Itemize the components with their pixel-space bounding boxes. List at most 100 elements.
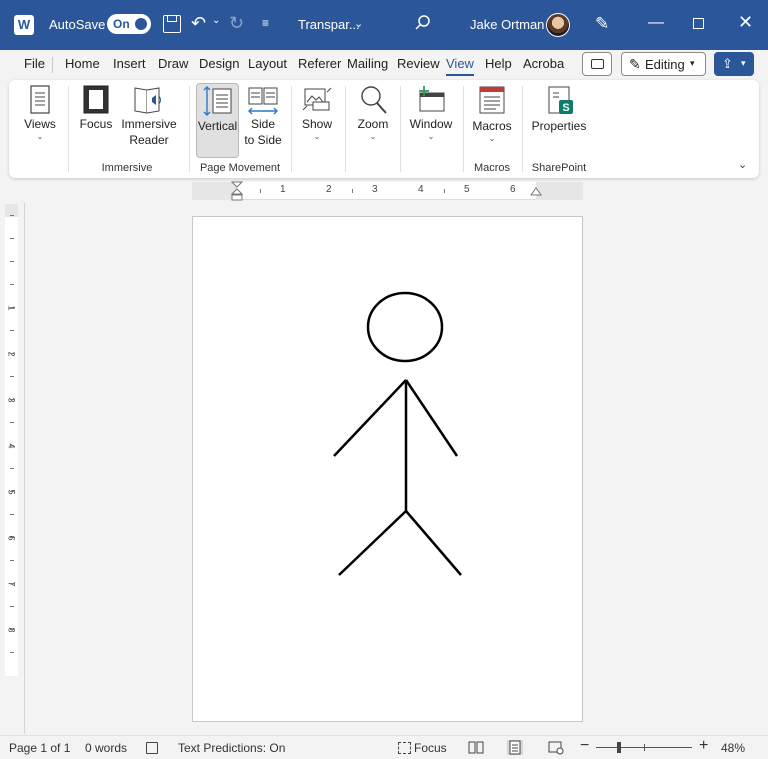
magnifier-icon — [361, 86, 387, 114]
maximize-icon[interactable] — [693, 18, 704, 29]
word-logo-icon: W — [14, 15, 34, 35]
show-button[interactable]: Show ⌄ — [299, 84, 335, 154]
text-predictions[interactable]: Text Predictions: On — [178, 741, 285, 755]
figure-right-arm[interactable] — [404, 379, 459, 457]
properties-label: Properties — [531, 119, 587, 133]
ruler-tick — [10, 629, 14, 630]
ruler-tick — [10, 468, 14, 469]
figure-right-leg[interactable] — [405, 510, 462, 576]
avatar[interactable] — [546, 13, 570, 37]
zoom-percentage[interactable]: 48% — [721, 741, 745, 755]
chevron-down-icon: ▾ — [690, 58, 695, 68]
window-button[interactable]: Window ⌄ — [407, 84, 455, 154]
share-icon: ⇪ — [722, 56, 733, 71]
status-bar: Page 1 of 1 0 words Text Predictions: On… — [0, 735, 768, 759]
immersive-reader-button[interactable]: Immersive Reader — [119, 84, 179, 154]
search-icon[interactable] — [414, 14, 432, 32]
tab-file[interactable]: File — [24, 56, 45, 71]
autosave-toggle[interactable]: On — [107, 14, 151, 34]
side-label-line1: Side — [250, 117, 276, 131]
figure-head[interactable] — [366, 291, 444, 363]
chevron-down-icon: ▾ — [741, 58, 746, 68]
immersive-reader-icon — [134, 87, 161, 114]
ruler-number: 1 — [280, 184, 286, 195]
stick-figure-drawing[interactable] — [193, 217, 584, 723]
customize-toolbar-icon[interactable]: ≡ — [262, 16, 269, 30]
figure-left-leg[interactable] — [338, 510, 407, 576]
proofing-book-icon[interactable] — [146, 742, 158, 754]
tab-acrobat[interactable]: Acroba — [523, 56, 564, 71]
views-button[interactable]: Views ⌄ — [19, 84, 61, 154]
tab-insert[interactable]: Insert — [113, 56, 146, 71]
ruler-tick — [260, 189, 261, 193]
comments-button[interactable] — [582, 52, 612, 76]
views-label: Views — [24, 117, 56, 131]
properties-button[interactable]: S Properties — [529, 84, 589, 144]
side-to-side-button[interactable]: Side to Side — [242, 84, 284, 154]
group-divider — [463, 86, 464, 172]
focus-icon — [83, 85, 109, 114]
title-bar: W AutoSave On ↶ ⌄ ↻ ≡ Transpar... ⌄ Jake… — [0, 0, 768, 50]
tab-design[interactable]: Design — [199, 56, 239, 71]
focus-button[interactable]: Focus — [75, 84, 117, 144]
ruler-tick — [10, 560, 14, 561]
print-layout-icon[interactable] — [507, 740, 523, 755]
editing-label: Editing — [645, 57, 685, 72]
group-label-immersive: Immersive — [101, 162, 153, 174]
macros-button[interactable]: Macros ⌄ — [470, 84, 514, 154]
undo-icon[interactable]: ↶ — [191, 13, 206, 34]
ruler-tick — [10, 307, 14, 308]
zoom-slider-thumb[interactable] — [617, 742, 621, 753]
page-count[interactable]: Page 1 of 1 — [9, 741, 70, 755]
figure-left-arm[interactable] — [333, 379, 407, 457]
ruler-number: 2 — [326, 184, 332, 195]
read-mode-icon[interactable] — [468, 740, 484, 755]
word-count[interactable]: 0 words — [85, 741, 127, 755]
focus-mode-label[interactable]: Focus — [414, 741, 447, 755]
group-divider — [291, 86, 292, 172]
tab-references[interactable]: Referer — [298, 56, 341, 71]
tab-help[interactable]: Help — [485, 56, 512, 71]
autosave-state: On — [113, 17, 130, 31]
group-divider — [68, 86, 69, 172]
ruler-tick — [10, 583, 14, 584]
ruler-tick — [10, 353, 14, 354]
editing-mode-button[interactable]: ✎ Editing ▾ — [621, 52, 706, 76]
tab-layout[interactable]: Layout — [248, 56, 287, 71]
zoom-in-icon[interactable]: + — [699, 737, 708, 755]
tab-mailings[interactable]: Mailing — [347, 56, 388, 71]
ruler-tick — [10, 376, 14, 377]
macros-label: Macros — [472, 119, 512, 133]
ruler-tick — [10, 606, 14, 607]
document-title[interactable]: Transpar... — [298, 17, 360, 32]
right-indent-marker-icon[interactable] — [530, 186, 542, 196]
group-label-sharepoint: SharePoint — [531, 162, 587, 174]
close-icon[interactable]: ✕ — [738, 12, 753, 33]
indent-marker-icon[interactable] — [231, 181, 243, 201]
vertical-page-icon — [203, 86, 231, 116]
focus-icon[interactable] — [398, 742, 411, 754]
title-chevron-down-icon[interactable]: ⌄ — [354, 17, 363, 30]
tab-view[interactable]: View — [446, 56, 474, 76]
ruler-tick — [10, 330, 14, 331]
svg-text:S: S — [562, 102, 569, 114]
collapse-ribbon-chevron-icon[interactable]: ⌄ — [738, 158, 747, 171]
document-page[interactable] — [192, 216, 583, 722]
minimize-icon[interactable]: — — [648, 14, 664, 32]
save-icon[interactable] — [163, 15, 181, 33]
undo-dropdown-icon[interactable]: ⌄ — [212, 15, 220, 26]
zoom-out-icon[interactable]: − — [580, 737, 589, 755]
ruler-tick — [10, 445, 14, 446]
zoom-button[interactable]: Zoom ⌄ — [353, 84, 393, 154]
user-name[interactable]: Jake Ortman — [470, 17, 544, 32]
vertical-button[interactable]: Vertical — [196, 83, 239, 158]
redo-icon[interactable]: ↻ — [229, 13, 244, 34]
ruler-number: 4 — [418, 184, 424, 195]
tab-home[interactable]: Home — [65, 56, 100, 71]
share-button[interactable]: ⇪ ▾ — [714, 52, 754, 76]
chevron-down-icon: ⌄ — [369, 132, 377, 141]
designer-pen-icon[interactable]: ✎ — [595, 14, 609, 34]
tab-draw[interactable]: Draw — [158, 56, 188, 71]
web-layout-icon[interactable] — [548, 740, 564, 755]
tab-review[interactable]: Review — [397, 56, 440, 71]
